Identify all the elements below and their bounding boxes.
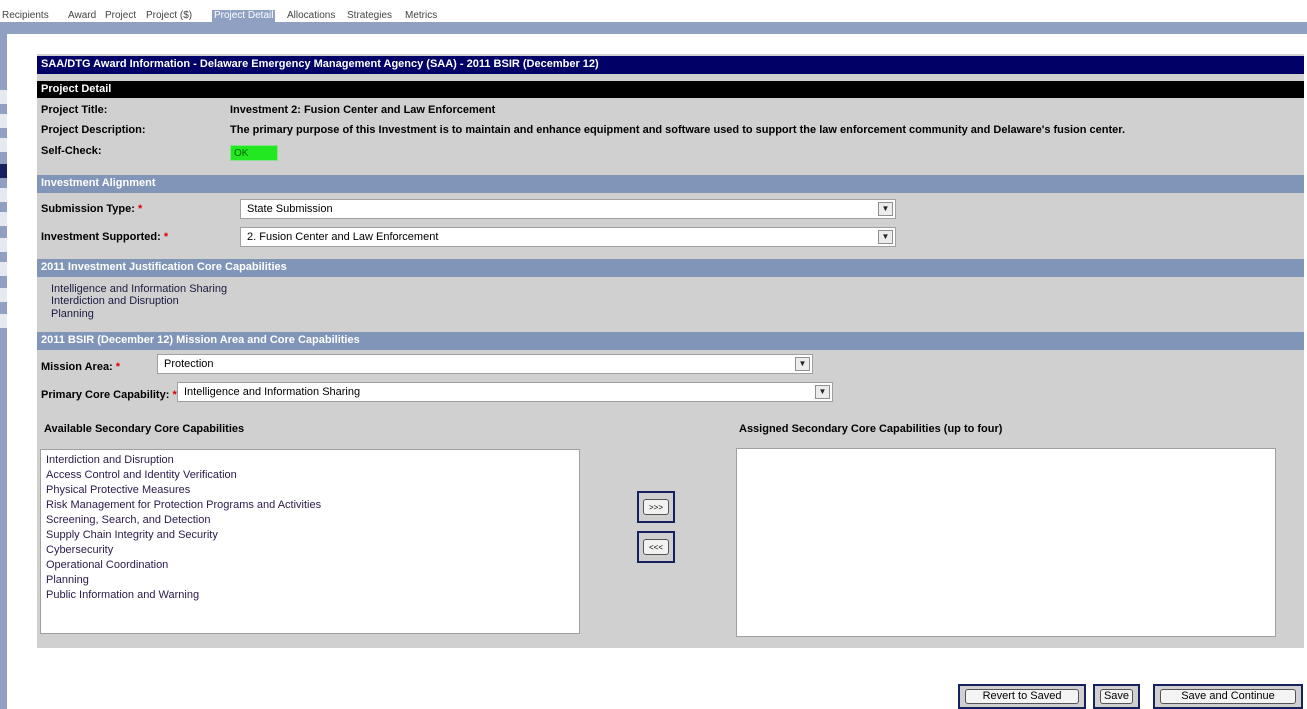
submission-type-label: Submission Type: * — [41, 203, 143, 215]
tab-metrics[interactable]: Metrics — [403, 10, 439, 22]
left-nav-marker[interactable] — [0, 238, 7, 252]
list-item[interactable]: Access Control and Identity Verification — [46, 469, 237, 481]
chevron-down-icon[interactable]: ▼ — [878, 202, 893, 216]
remove-capability-button[interactable]: <<< — [637, 531, 675, 563]
list-item[interactable]: Screening, Search, and Detection — [46, 514, 211, 526]
list-item[interactable]: Public Information and Warning — [46, 589, 199, 601]
left-nav-marker[interactable] — [0, 188, 7, 202]
award-header: SAA/DTG Award Information - Delaware Eme… — [37, 56, 1304, 74]
justification-capability: Interdiction and Disruption — [51, 295, 179, 307]
remove-capability-label: <<< — [643, 539, 669, 555]
assigned-capabilities-list[interactable] — [736, 448, 1276, 637]
project-title-value: Investment 2: Fusion Center and Law Enfo… — [230, 104, 496, 116]
mission-header: 2011 BSIR (December 12) Mission Area and… — [37, 332, 1304, 350]
add-capability-label: >>> — [643, 499, 669, 515]
revert-to-saved-label: Revert to Saved — [965, 689, 1079, 704]
primary-capability-select[interactable]: Intelligence and Information Sharing ▼ — [177, 382, 833, 402]
tab-recipients[interactable]: Recipients — [0, 10, 51, 22]
assigned-capabilities-header: Assigned Secondary Core Capabilities (up… — [739, 423, 1003, 435]
tab-award[interactable]: Award — [66, 10, 98, 22]
investment-supported-value: 2. Fusion Center and Law Enforcement — [247, 231, 439, 243]
list-item[interactable]: Cybersecurity — [46, 544, 113, 556]
available-capabilities-header: Available Secondary Core Capabilities — [44, 423, 245, 435]
list-item[interactable]: Physical Protective Measures — [46, 484, 190, 496]
top-band — [0, 22, 1307, 34]
self-check-status: OK — [230, 145, 278, 161]
list-item[interactable]: Risk Management for Protection Programs … — [46, 499, 321, 511]
project-detail-header: Project Detail — [37, 81, 1304, 98]
left-nav-marker[interactable] — [0, 90, 7, 104]
project-title-label: Project Title: — [41, 104, 108, 116]
project-description-value: The primary purpose of this Investment i… — [230, 124, 1126, 136]
tab-bar: Recipients Award Project Project ($) Pro… — [0, 0, 1307, 22]
left-nav-marker[interactable] — [0, 212, 7, 226]
revert-to-saved-button[interactable]: Revert to Saved — [958, 684, 1086, 709]
submission-type-value: State Submission — [247, 203, 333, 215]
chevron-down-icon[interactable]: ▼ — [878, 230, 893, 244]
justification-header: 2011 Investment Justification Core Capab… — [37, 259, 1304, 277]
self-check-label: Self-Check: — [41, 145, 102, 157]
required-marker: * — [163, 231, 169, 243]
investment-supported-select[interactable]: 2. Fusion Center and Law Enforcement ▼ — [240, 227, 896, 247]
left-nav-marker[interactable] — [0, 138, 7, 152]
justification-capability: Intelligence and Information Sharing — [51, 283, 228, 295]
left-nav-marker[interactable] — [0, 314, 7, 328]
list-item[interactable]: Supply Chain Integrity and Security — [46, 529, 218, 541]
mission-area-select[interactable]: Protection ▼ — [157, 354, 813, 374]
submission-type-select[interactable]: State Submission ▼ — [240, 199, 896, 219]
primary-capability-value: Intelligence and Information Sharing — [184, 386, 361, 398]
left-nav-marker[interactable] — [0, 262, 7, 276]
save-and-continue-button[interactable]: Save and Continue — [1153, 684, 1303, 709]
available-capabilities-list[interactable]: Interdiction and Disruption Access Contr… — [40, 449, 580, 634]
save-button[interactable]: Save — [1093, 684, 1140, 709]
save-and-continue-label: Save and Continue — [1160, 689, 1296, 704]
tab-project-detail[interactable]: Project Detail — [212, 10, 276, 22]
mission-area-value: Protection — [164, 358, 214, 370]
list-item[interactable]: Interdiction and Disruption — [46, 454, 174, 466]
left-nav-marker-selected[interactable] — [0, 164, 7, 178]
investment-alignment-header: Investment Alignment — [37, 175, 1304, 193]
tab-project-dollars[interactable]: Project ($) — [144, 10, 194, 22]
list-item[interactable]: Operational Coordination — [46, 559, 168, 571]
chevron-down-icon[interactable]: ▼ — [795, 357, 810, 371]
chevron-down-icon[interactable]: ▼ — [815, 385, 830, 399]
list-item[interactable]: Planning — [46, 574, 89, 586]
primary-capability-label: Primary Core Capability: * — [41, 389, 177, 401]
left-nav-strip — [0, 34, 7, 709]
mission-area-label: Mission Area: * — [41, 361, 121, 373]
tab-allocations[interactable]: Allocations — [285, 10, 337, 22]
justification-capability: Planning — [51, 308, 94, 320]
tab-strategies[interactable]: Strategies — [345, 10, 394, 22]
required-marker: * — [115, 361, 121, 373]
save-label: Save — [1100, 689, 1133, 704]
left-nav-marker[interactable] — [0, 114, 7, 128]
left-nav-marker[interactable] — [0, 288, 7, 302]
project-description-label: Project Description: — [41, 124, 146, 136]
investment-supported-label: Investment Supported: * — [41, 231, 169, 243]
tab-project[interactable]: Project — [103, 10, 138, 22]
add-capability-button[interactable]: >>> — [637, 491, 675, 523]
required-marker: * — [137, 203, 143, 215]
